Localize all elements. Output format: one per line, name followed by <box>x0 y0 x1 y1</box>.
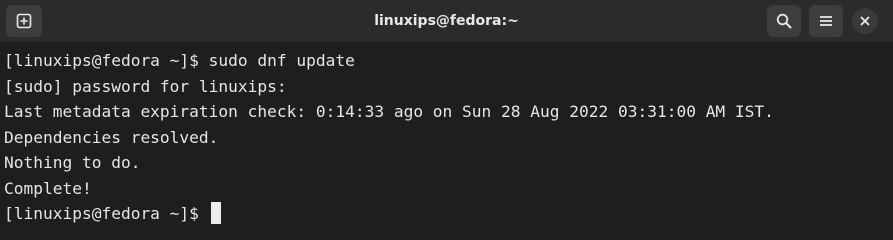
header-bar: linuxips@fedora:~ <box>0 0 893 43</box>
text-cursor <box>210 202 221 224</box>
search-button[interactable] <box>767 5 801 37</box>
terminal-line: Nothing to do. <box>4 153 141 172</box>
terminal-window: linuxips@fedora:~ [linuxips@fedora ~]$ s… <box>0 0 893 240</box>
close-icon <box>860 16 870 26</box>
close-window-button[interactable] <box>852 8 878 34</box>
new-tab-button[interactable] <box>6 5 42 37</box>
hamburger-menu-icon <box>820 16 832 26</box>
search-icon <box>776 13 792 29</box>
terminal-line: Dependencies resolved. <box>4 127 219 147</box>
scrollbar[interactable] <box>885 43 893 240</box>
terminal-line: [sudo] password for linuxips: <box>4 76 287 96</box>
terminal-output[interactable]: [linuxips@fedora ~]$ sudo dnf update [su… <box>0 43 893 240</box>
terminal-line: Last metadata expiration check: 0:14:33 … <box>4 102 774 121</box>
shell-prompt: [linuxips@fedora ~]$ <box>4 204 209 223</box>
window-title: linuxips@fedora:~ <box>374 13 519 29</box>
prompt-line[interactable]: [linuxips@fedora ~]$ <box>4 201 893 227</box>
terminal-line: Complete! <box>4 178 92 198</box>
terminal-line: [linuxips@fedora ~]$ sudo dnf update <box>4 51 355 70</box>
new-tab-plus-icon <box>16 13 32 29</box>
main-menu-button[interactable] <box>809 5 843 37</box>
